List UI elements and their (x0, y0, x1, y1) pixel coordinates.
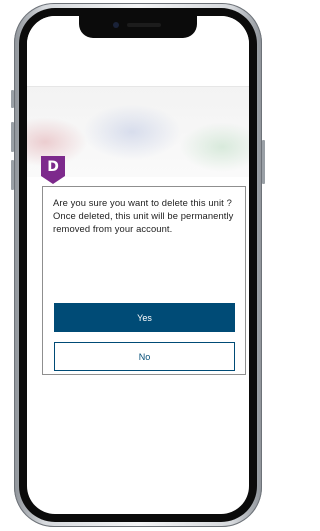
delete-unit-dialog: Are you sure you want to delete this uni… (42, 186, 246, 375)
no-button[interactable]: No (54, 342, 235, 371)
marker-letter: D (47, 159, 59, 175)
volume-down-button (11, 160, 14, 190)
dialog-message: Are you sure you want to delete this uni… (53, 197, 234, 234)
yes-button[interactable]: Yes (54, 303, 235, 332)
earpiece-speaker (127, 23, 161, 27)
volume-up-button (11, 122, 14, 152)
screenshot-stage: Are you sure you want to delete this uni… (0, 0, 276, 531)
front-camera-icon (113, 22, 119, 28)
mute-switch (11, 90, 14, 108)
power-button (262, 140, 265, 184)
annotation-marker-icon: D (41, 156, 65, 185)
phone-notch (79, 16, 197, 38)
